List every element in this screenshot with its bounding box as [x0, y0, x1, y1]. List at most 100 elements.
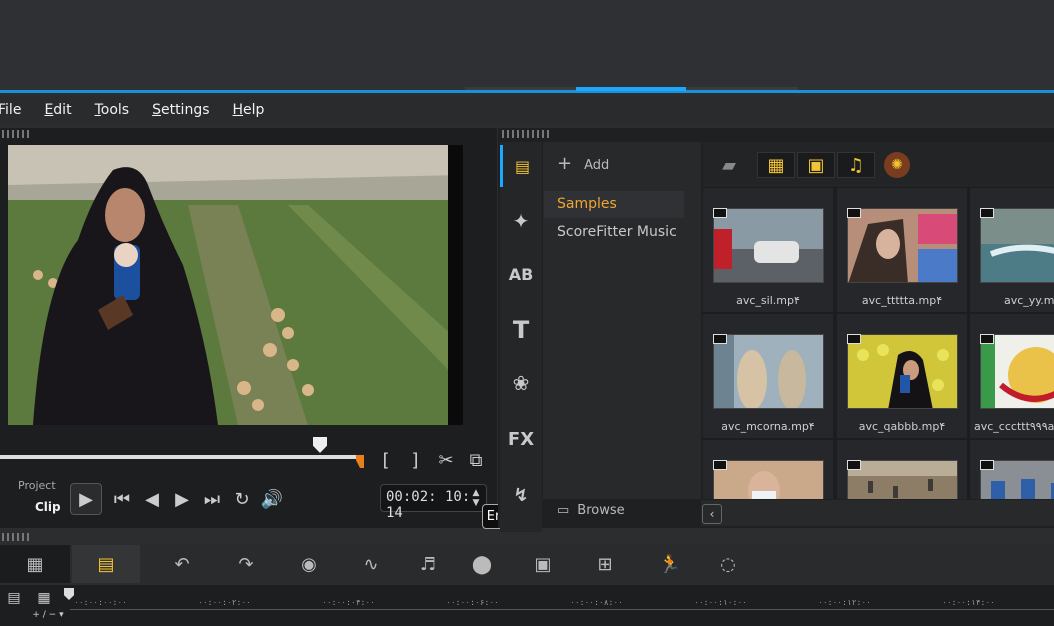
media-clip[interactable]: avc_yy.mp — [970, 188, 1054, 312]
ruler-tick-label: ۰۰:۰۰:۱۴:۰۰ — [942, 598, 995, 607]
video-preview[interactable] — [8, 145, 463, 425]
time-remap-icon[interactable]: 🏃 — [650, 549, 690, 579]
media-clip[interactable] — [837, 440, 967, 499]
clip-name: avc_ttttta.mp۴ — [861, 294, 943, 307]
mask-creator-icon[interactable]: ◌ — [708, 549, 748, 579]
timeline-ruler — [0, 585, 1054, 626]
menu-edit[interactable]: Edit — [44, 102, 71, 118]
go-start-icon[interactable]: ⏮ — [110, 487, 134, 511]
graphic-icon[interactable]: ❀ — [500, 362, 542, 404]
film-icon — [713, 334, 727, 344]
show-audio-icon[interactable]: ♫ — [837, 152, 875, 178]
zoom-control[interactable]: + / − ▾ — [28, 608, 68, 622]
scrub-bar[interactable] — [0, 455, 363, 459]
volume-icon[interactable]: 🔊 — [260, 487, 284, 511]
repeat-icon[interactable]: ↻ — [230, 487, 254, 511]
scroll-left-icon[interactable]: ‹ — [702, 504, 722, 524]
reel-icon[interactable]: ✺ — [884, 152, 910, 178]
video-frame-image — [8, 145, 463, 425]
media-clip[interactable]: avc_mcorna.mp۴ — [703, 314, 833, 438]
timeline-grip[interactable] — [2, 533, 30, 541]
plus-icon: + — [557, 153, 573, 174]
add-folder-button[interactable]: + Add — [557, 153, 609, 174]
clip-name: avc_cccttt۹۹۹a — [974, 420, 1054, 433]
clip-thumbnail — [847, 208, 958, 283]
clip-name: avc_sil.mp۴ — [736, 294, 800, 307]
subtitle-editor-icon[interactable]: ▣ — [523, 549, 563, 579]
media-clip[interactable] — [970, 440, 1054, 499]
title-icon[interactable]: T — [500, 309, 542, 351]
play-icon[interactable]: ▶ — [70, 483, 102, 515]
show-photo-icon[interactable]: ▣ — [797, 152, 835, 178]
clip-name: avc_mcorna.mp۴ — [721, 420, 815, 433]
film-icon — [847, 460, 861, 470]
timeline-view-icon[interactable]: ▤ — [86, 549, 126, 579]
ruler-tick-label: ۰۰:۰۰:۱۰:۰۰ — [694, 598, 747, 607]
library-toolbar — [703, 142, 1054, 187]
film-icon — [847, 334, 861, 344]
media-library-icon[interactable]: ▤ — [500, 145, 542, 187]
go-end-icon[interactable]: ⏭ — [200, 487, 224, 511]
sound-mixer-icon[interactable]: ∿ — [351, 549, 391, 579]
project-mode-label[interactable]: Project — [18, 479, 56, 492]
undo-icon[interactable]: ↶ — [162, 549, 202, 579]
media-clip[interactable]: avc_ttttta.mp۴ — [837, 188, 967, 312]
clip-mode-label[interactable]: Clip — [35, 500, 61, 514]
next-frame-icon[interactable]: ▶ — [170, 487, 194, 511]
clip-thumbnail — [713, 334, 824, 409]
split-clip-icon[interactable]: ✂ — [435, 448, 457, 472]
chapter-point-icon[interactable]: ▦ — [32, 589, 56, 607]
record-capture-icon[interactable]: ◉ — [289, 549, 329, 579]
folder-icon[interactable]: ▰ — [716, 152, 742, 178]
ruler-line — [70, 609, 1054, 610]
film-icon — [713, 208, 727, 218]
filter-fx-icon[interactable]: FX — [500, 418, 542, 460]
browse-label: Browse — [577, 503, 625, 518]
media-clip[interactable] — [703, 440, 833, 499]
instant-project-icon[interactable]: ✦ — [500, 200, 542, 242]
film-icon — [847, 208, 861, 218]
multi-camera-icon[interactable]: ⊞ — [585, 549, 625, 579]
browse-button[interactable]: ▭ Browse — [557, 503, 625, 518]
ruler-tick-label: ۰۰:۰۰:۰۲:۰۰ — [198, 598, 251, 607]
motion-tracking-icon[interactable]: ⬤ — [462, 549, 502, 579]
accent-line — [0, 90, 1054, 93]
track-manager-icon[interactable]: ▤ — [2, 589, 26, 607]
browse-icon: ▭ — [557, 503, 570, 518]
film-icon — [713, 460, 727, 470]
transition-icon[interactable]: AB — [500, 253, 542, 295]
clip-thumbnail — [980, 334, 1054, 409]
clip-thumbnail — [713, 460, 824, 499]
film-icon — [980, 208, 994, 218]
menu-tools[interactable]: Tools — [95, 102, 130, 118]
ruler-tick-label: ۰۰:۰۰:۰۰:۰۰ — [74, 598, 127, 607]
mark-in-icon[interactable]: [ — [376, 448, 396, 472]
library-footer — [701, 500, 1054, 526]
library-grip[interactable] — [502, 130, 550, 138]
redo-icon[interactable]: ↷ — [226, 549, 266, 579]
media-clip[interactable]: avc_qabbb.mp۴ — [837, 314, 967, 438]
media-clip[interactable]: avc_cccttt۹۹۹a — [970, 314, 1054, 438]
auto-music-icon[interactable]: ♬ — [408, 549, 448, 579]
previous-frame-icon[interactable]: ◀ — [140, 487, 164, 511]
media-clip[interactable]: avc_sil.mp۴ — [703, 188, 833, 312]
path-icon[interactable]: ↯ — [500, 474, 542, 516]
ruler-tick-label: ۰۰:۰۰:۱۲:۰۰ — [818, 598, 871, 607]
timecode-stepper[interactable]: ▲ ▼ — [469, 486, 483, 510]
menu-file[interactable]: File — [0, 102, 21, 118]
clip-thumbnail — [847, 460, 958, 499]
clip-thumbnail — [847, 334, 958, 409]
menu-bar: File Edit Tools Settings Help — [0, 96, 1054, 124]
active-step-tab[interactable] — [576, 87, 686, 91]
folder-samples[interactable]: Samples — [544, 191, 684, 218]
player-grip[interactable] — [2, 130, 30, 138]
clip-thumbnail — [713, 208, 824, 283]
menu-help[interactable]: Help — [233, 102, 265, 118]
folder-scorefitter[interactable]: ScoreFitter Music — [557, 224, 677, 240]
enlarge-icon[interactable]: ⧉ — [465, 448, 487, 472]
menu-settings[interactable]: Settings — [152, 102, 209, 118]
film-icon — [980, 334, 994, 344]
storyboard-view-icon[interactable]: ▦ — [15, 549, 55, 579]
mark-out-icon[interactable]: ] — [405, 448, 425, 472]
show-video-icon[interactable]: ▦ — [757, 152, 795, 178]
